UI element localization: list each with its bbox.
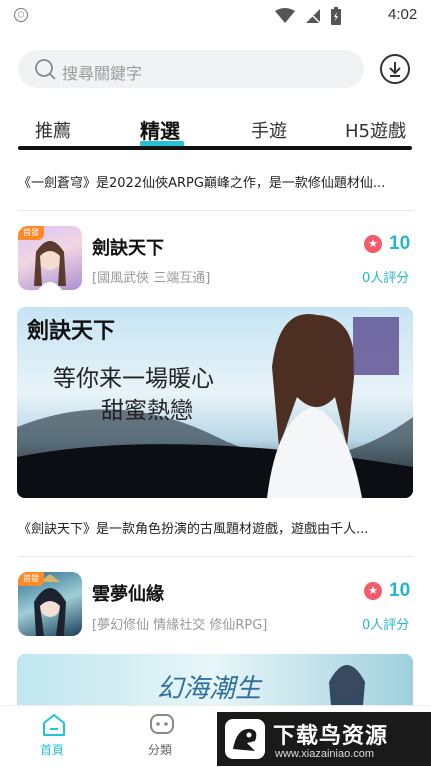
- game-name[interactable]: 雲夢仙緣: [92, 580, 164, 606]
- wifi-icon: [275, 8, 295, 23]
- first-release-badge: 首發: [18, 226, 44, 240]
- tab-featured[interactable]: 精選: [140, 115, 180, 144]
- rating-count: 0人評分: [362, 618, 410, 633]
- banner-artwork: [329, 665, 365, 706]
- home-icon: [43, 714, 65, 736]
- divider: [18, 210, 413, 211]
- signal-icon: [306, 9, 321, 24]
- status-bar: [0, 0, 431, 32]
- divider: [18, 556, 413, 557]
- rating-count: 0人評分: [362, 271, 410, 286]
- star-icon: ★: [364, 235, 382, 253]
- star-icon: ★: [364, 582, 382, 600]
- download-icon: [389, 62, 401, 77]
- download-button[interactable]: [380, 54, 410, 84]
- game-intro[interactable]: 《劍訣天下》是一款角色扮演的古風題材遊戲，遊戲由千人...: [18, 518, 368, 537]
- watermark-url: www.xiazainiao.com: [275, 748, 375, 760]
- banner-logo: 劍訣天下: [27, 318, 116, 344]
- first-release-badge: 首發: [18, 572, 44, 586]
- game-icon[interactable]: 首發: [18, 572, 82, 636]
- status-icons: [275, 7, 341, 25]
- banner-title: 等你来一場暖心: [53, 366, 214, 392]
- status-time: 4:02: [388, 6, 418, 23]
- nav-category[interactable]: [148, 712, 176, 738]
- game-banner[interactable]: 劍訣天下 等你来一場暖心 甜蜜熱戀: [17, 307, 413, 498]
- search-input[interactable]: 搜尋關鍵字: [62, 60, 142, 84]
- shield-icon: ⬡: [14, 8, 28, 22]
- game-tags: [國風武俠 三端互通]: [92, 271, 211, 286]
- game-icon[interactable]: 首發: [18, 226, 82, 290]
- battery-icon: [331, 7, 341, 25]
- tab-recommend[interactable]: 推薦: [35, 117, 71, 143]
- game-score: 10: [389, 233, 411, 254]
- tab-h5-games[interactable]: H5遊戲: [345, 117, 406, 143]
- tab-mobile-games[interactable]: 手遊: [251, 117, 287, 143]
- watermark-logo-icon: [225, 719, 265, 759]
- nav-category-label[interactable]: 分類: [148, 741, 172, 758]
- nav-home[interactable]: [40, 712, 68, 738]
- nav-home-label[interactable]: 首頁: [40, 741, 64, 758]
- game-score: 10: [389, 580, 411, 601]
- search-icon: [35, 59, 56, 80]
- game-tags: [夢幻修仙 情緣社交 修仙RPG]: [92, 618, 268, 633]
- banner-subtitle: 甜蜜熱戀: [101, 398, 193, 424]
- tabs-divider: [18, 146, 412, 150]
- game-name[interactable]: 劍訣天下: [92, 234, 164, 260]
- banner-logo: 幻海潮生: [157, 674, 262, 704]
- category-icon: [150, 714, 174, 734]
- watermark: 下载鸟资源 www.xiazainiao.com: [217, 712, 431, 766]
- game-intro[interactable]: 《一劍蒼穹》是2022仙俠ARPG巔峰之作，是一款修仙題材仙...: [18, 172, 385, 191]
- game-banner[interactable]: 幻海潮生: [17, 654, 413, 706]
- watermark-title: 下载鸟资源: [273, 724, 389, 749]
